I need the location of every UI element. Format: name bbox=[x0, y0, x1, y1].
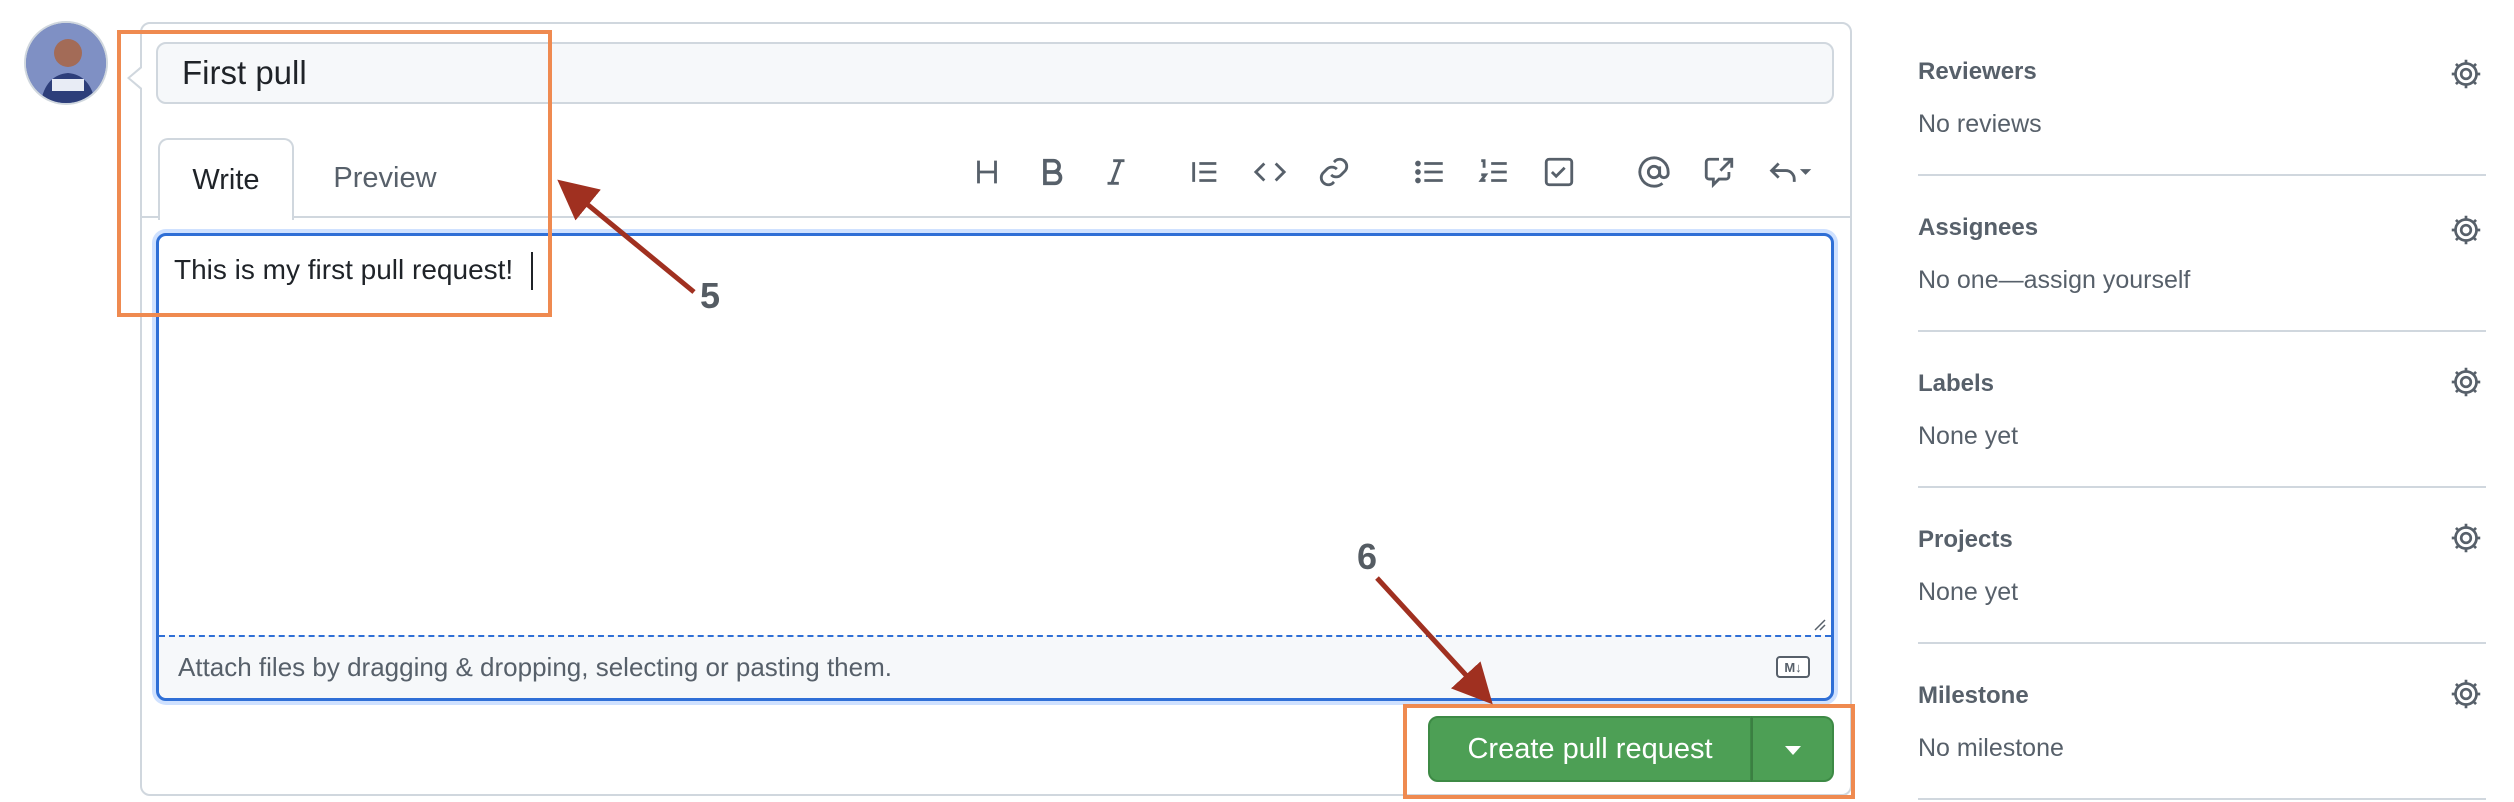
projects-gear-icon[interactable] bbox=[2448, 520, 2484, 556]
assignees-value[interactable]: No one—assign yourself bbox=[1918, 266, 2190, 295]
labels-gear-icon[interactable] bbox=[2448, 364, 2484, 400]
numbered-list-icon[interactable] bbox=[1472, 150, 1516, 194]
attach-hint-text: Attach files by dragging & dropping, sel… bbox=[178, 652, 892, 682]
markdown-icon[interactable]: M↓ bbox=[1776, 656, 1810, 678]
projects-value: None yet bbox=[1918, 578, 2019, 606]
projects-heading[interactable]: Projects bbox=[1918, 526, 2013, 554]
reviewers-heading[interactable]: Reviewers bbox=[1918, 58, 2037, 86]
sidebar-divider bbox=[1918, 486, 2486, 488]
code-icon[interactable] bbox=[1248, 150, 1292, 194]
sidebar-divider bbox=[1918, 798, 2486, 800]
heading-icon[interactable] bbox=[965, 150, 1009, 194]
labels-value: None yet bbox=[1918, 422, 2019, 450]
mention-icon[interactable] bbox=[1632, 150, 1676, 194]
sidebar-divider bbox=[1918, 174, 2486, 176]
milestone-gear-icon[interactable] bbox=[2448, 676, 2484, 712]
annotation-step-5-label: 5 bbox=[700, 275, 721, 316]
annotation-highlight-step-5 bbox=[117, 30, 552, 317]
labels-heading[interactable]: Labels bbox=[1918, 370, 1994, 398]
bulleted-list-icon[interactable] bbox=[1408, 150, 1452, 194]
reviewers-value: No reviews bbox=[1918, 110, 2042, 138]
milestone-heading[interactable]: Milestone bbox=[1918, 682, 2029, 710]
sidebar-divider bbox=[1918, 642, 2486, 644]
annotation-step-6-label: 6 bbox=[1357, 536, 1378, 577]
reply-icon[interactable] bbox=[1760, 150, 1820, 194]
italic-icon[interactable] bbox=[1094, 150, 1138, 194]
reviewers-gear-icon[interactable] bbox=[2448, 56, 2484, 92]
milestone-value: No milestone bbox=[1918, 734, 2064, 762]
sidebar-divider bbox=[1918, 330, 2486, 332]
bold-icon[interactable] bbox=[1030, 150, 1074, 194]
quote-icon[interactable] bbox=[1183, 150, 1227, 194]
annotation-highlight-step-6 bbox=[1403, 704, 1855, 799]
avatar-image bbox=[26, 23, 106, 103]
assignees-heading[interactable]: Assignees bbox=[1918, 214, 2038, 242]
resize-handle-icon[interactable] bbox=[1812, 617, 1826, 631]
user-avatar[interactable] bbox=[24, 21, 108, 105]
cross-reference-icon[interactable] bbox=[1697, 150, 1741, 194]
task-list-icon[interactable] bbox=[1537, 150, 1581, 194]
assignees-gear-icon[interactable] bbox=[2448, 212, 2484, 248]
link-icon[interactable] bbox=[1312, 150, 1356, 194]
